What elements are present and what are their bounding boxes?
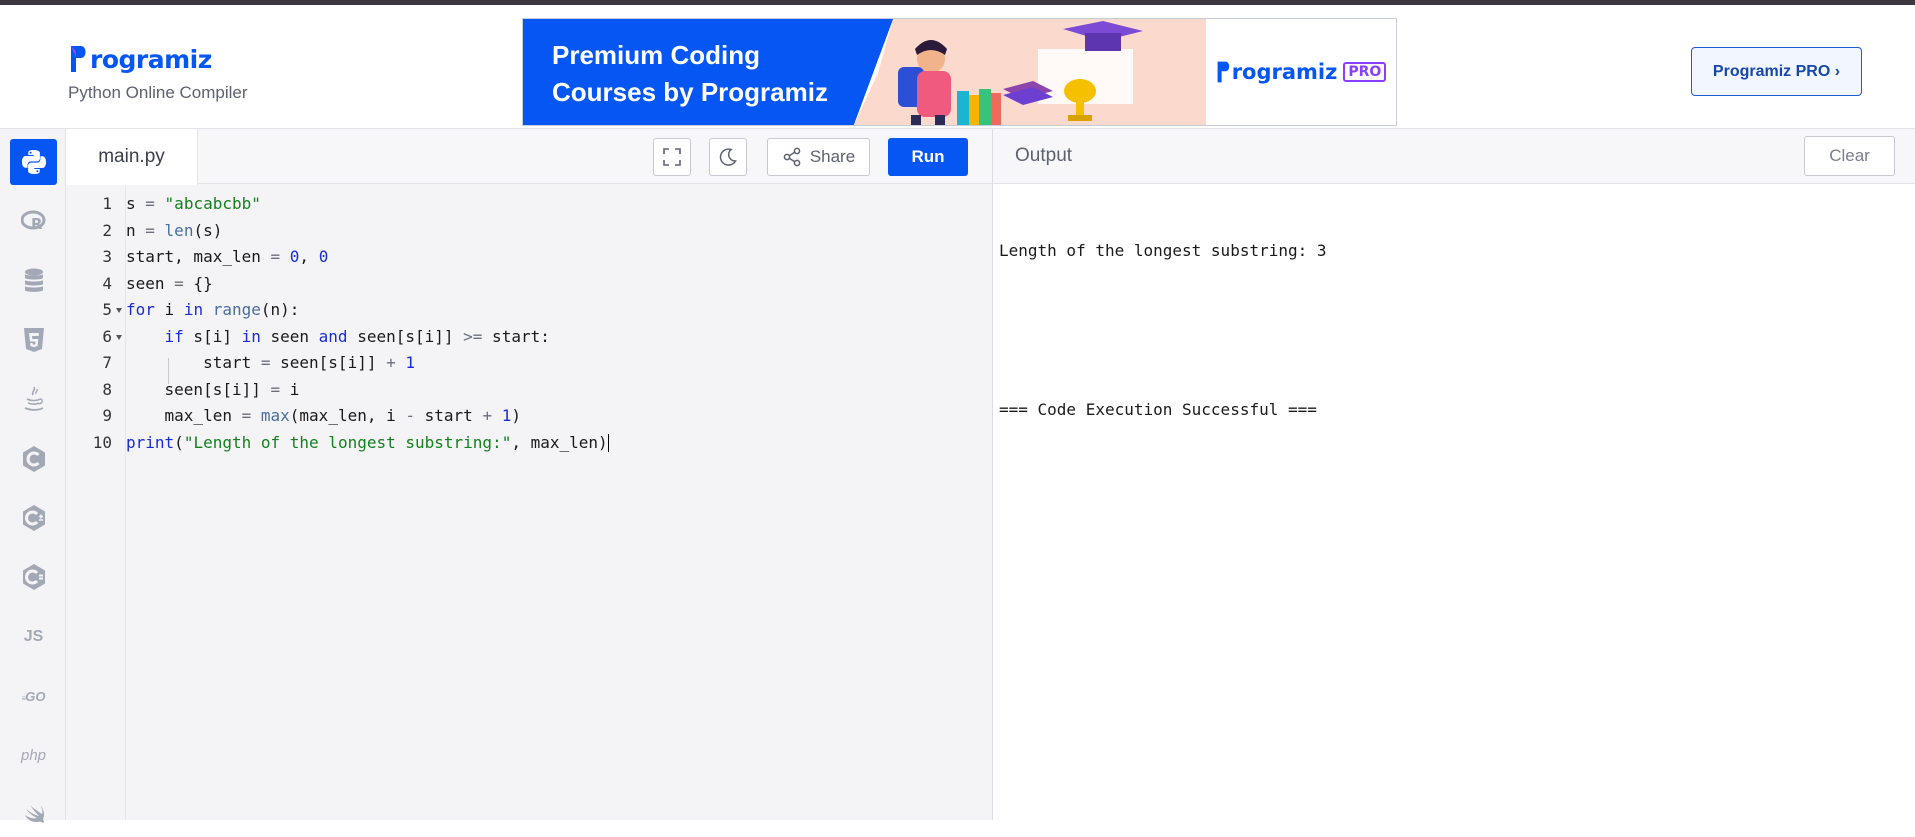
cpp-icon [22,505,45,531]
code-line: s = "abcabcbb" [126,194,261,213]
share-label: Share [809,147,856,166]
line-number: 3 [102,247,112,266]
svg-text:R: R [31,215,43,232]
fullscreen-button[interactable] [653,138,691,176]
language-sidebar: R JS ≡GO php [0,129,66,823]
code-line: if s[i] in seen and seen[s[i]] >= start: [164,326,550,346]
banner-pro-logo: rogramiz PRO [1216,58,1387,86]
banner-illustration [853,19,1206,125]
swift-icon [24,805,44,823]
sidebar-item-java[interactable] [10,376,57,422]
line-number: 8 [102,379,112,399]
c-icon [22,446,45,472]
python-icon [21,150,46,174]
database-icon [24,268,43,292]
programiz-logo[interactable]: rogramiz [69,39,212,79]
go-icon: ≡GO [21,688,46,704]
sidebar-item-sql[interactable] [10,258,57,304]
banner-brand-text: rogramiz [1231,60,1338,84]
line-number: 7 [102,353,112,372]
code-editor[interactable]: s = "abcabcbb" n = len(s) start, max_len… [126,185,992,820]
banner-headline-line2: Courses by Programiz [552,77,828,107]
editor-toolbar: main.py Share Run [66,129,992,185]
banner-headline: Premium Coding Courses by Programiz [523,19,853,125]
sidebar-item-csharp[interactable] [10,554,57,600]
line-number: 4 [102,273,112,293]
sidebar-item-python[interactable] [10,139,57,185]
sidebar-item-cpp[interactable] [10,495,57,541]
file-tab-main-py[interactable]: main.py [66,129,198,185]
promo-banner[interactable]: Premium Coding Courses by Programiz rogr… [522,18,1397,126]
fold-arrow-icon[interactable] [116,308,122,313]
clear-button[interactable]: Clear [1804,136,1895,176]
php-icon: php [20,746,47,764]
run-button[interactable]: Run [888,138,968,176]
sidebar-item-javascript[interactable]: JS [10,614,57,660]
programiz-p-icon [71,46,86,72]
code-line: max_len = max(max_len, i - start + 1) [126,406,522,425]
csharp-icon [22,564,45,590]
output-pane: Output Clear Length of the longest subst… [992,129,1915,820]
sidebar-item-swift[interactable] [10,791,57,837]
code-line: seen[s[i]] = i [126,379,300,399]
site-header: rogramiz Python Online Compiler Premium … [0,5,1915,129]
pro-badge: PRO [1343,62,1387,82]
line-number: 6 [102,326,112,346]
fullscreen-icon [663,148,681,166]
line-number-gutter: 1 2 3 4 5 6 7 8 9 10 [66,185,126,820]
sidebar-item-php[interactable]: php [10,732,57,778]
sidebar-item-r[interactable]: R [10,198,57,244]
code-line: start = seen[s[i]] + 1 [126,353,416,372]
html5-icon [23,328,44,352]
output-title: Output [1015,145,1073,166]
js-icon: JS [23,628,44,645]
sidebar-item-html[interactable] [10,317,57,363]
dark-mode-button[interactable] [709,138,747,176]
output-header: Output Clear [993,129,1915,184]
line-number: 2 [102,220,112,240]
sidebar-item-c[interactable] [10,436,57,482]
programiz-pro-button[interactable]: Programiz PRO › [1691,47,1862,96]
banner-p-icon [1217,61,1229,83]
share-icon [783,147,801,167]
output-console[interactable]: Length of the longest substring: 3 === C… [999,185,1327,477]
code-line: for i in range(n): [126,300,300,319]
code-line: start, max_len = 0, 0 [126,247,329,266]
editor-pane: main.py Share Run 1 2 3 4 5 6 7 8 9 10 s… [66,129,992,820]
logo-text: rogramiz [90,44,212,74]
line-number: 5 [102,300,112,319]
line-number: 10 [92,432,112,452]
line-number: 9 [102,406,112,425]
banner-illustration-art [853,19,1206,125]
moon-icon [719,148,737,166]
r-icon: R [20,210,45,232]
share-button[interactable]: Share [767,138,870,176]
line-number: 1 [102,194,112,213]
sidebar-item-go[interactable]: ≡GO [10,673,57,719]
java-icon [24,386,43,411]
code-line: n = len(s) [126,220,223,240]
page-subtitle: Python Online Compiler [68,83,248,102]
code-line: seen = {} [126,273,213,293]
output-line: === Code Execution Successful === [999,400,1317,419]
fold-arrow-icon[interactable] [116,334,122,340]
output-line: Length of the longest substring: 3 [999,241,1327,260]
banner-headline-line1: Premium Coding [552,40,761,70]
code-line: print("Length of the longest substring:"… [126,432,609,452]
banner-brand: rogramiz PRO [1206,19,1396,125]
